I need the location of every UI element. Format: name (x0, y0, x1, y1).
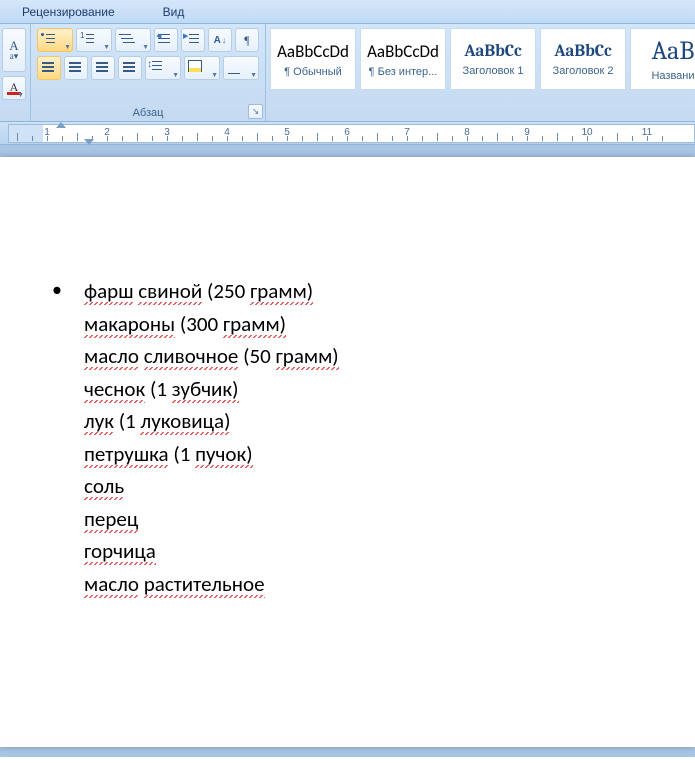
list-item[interactable]: горчица (48, 535, 655, 568)
list-item[interactable]: лук (1 луковица) (48, 405, 655, 438)
styles-gallery: AaBbCcDd¶ ОбычныйAaBbCcDd¶ Без интер...A… (266, 24, 695, 121)
style-preview: AaBbCcDd (277, 41, 349, 62)
show-formatting-button[interactable]: ¶ (235, 28, 259, 52)
list-item[interactable]: масло растительное (48, 568, 655, 601)
list-item[interactable]: соль (48, 470, 655, 503)
font-group-partial: Aa▾ A▼ (0, 24, 31, 121)
bullets-button[interactable]: ▼ (37, 28, 73, 52)
shading-button[interactable]: ▼ (184, 56, 220, 80)
list-item[interactable]: перец (48, 503, 655, 536)
list-item[interactable]: макароны (300 грамм) (48, 308, 655, 341)
style-item-0[interactable]: AaBbCcDd ¶ Обычный (270, 28, 356, 90)
style-preview: AaBbCc (464, 42, 521, 61)
style-preview: AaBbCc (554, 42, 611, 61)
paragraph-group-label: Абзац (37, 105, 259, 119)
menu-review[interactable]: Рецензирование (22, 5, 115, 19)
numbering-button[interactable]: ▼ (76, 28, 112, 52)
list-item[interactable]: масло сливочное (50 грамм) (48, 340, 655, 373)
ruler-bar: 1234567891011 (0, 122, 695, 145)
change-case-button[interactable]: Aa▾ (2, 28, 26, 72)
paragraph-group: ▼ ▼ ▼ А ¶ ▼ ▼ ▼ Абзац ↘ (31, 24, 266, 121)
menu-bar: Рецензирование Вид (0, 0, 695, 24)
style-item-4[interactable]: AaB Названи (630, 28, 695, 90)
style-label: ¶ Без интер... (369, 66, 438, 78)
document-page[interactable]: фарш свиной (250 грамм)макароны (300 гра… (0, 157, 695, 747)
horizontal-ruler[interactable]: 1234567891011 (8, 124, 695, 143)
menu-view[interactable]: Вид (163, 5, 185, 19)
font-color-button[interactable]: A▼ (2, 76, 26, 100)
justify-button[interactable] (118, 56, 142, 80)
borders-button[interactable]: ▼ (223, 56, 259, 80)
increase-indent-button[interactable] (181, 28, 205, 52)
style-item-1[interactable]: AaBbCcDd ¶ Без интер... (360, 28, 446, 90)
list-item[interactable]: чеснок (1 зубчик) (48, 373, 655, 406)
multilevel-list-button[interactable]: ▼ (115, 28, 151, 52)
style-label: Заголовок 2 (553, 65, 614, 77)
align-center-button[interactable] (64, 56, 88, 80)
sort-button[interactable]: А (208, 28, 232, 52)
style-label: ¶ Обычный (284, 66, 342, 78)
ribbon: Aa▾ A▼ ▼ ▼ ▼ А ¶ ▼ ▼ ▼ (0, 24, 695, 122)
document-list: фарш свиной (250 грамм)макароны (300 гра… (48, 275, 655, 600)
align-right-button[interactable] (91, 56, 115, 80)
style-preview: AaB (652, 36, 695, 66)
paragraph-dialog-launcher[interactable]: ↘ (248, 104, 263, 119)
align-left-button[interactable] (37, 56, 61, 80)
style-label: Названи (651, 70, 694, 82)
list-item[interactable]: петрушка (1 пучок) (48, 438, 655, 471)
style-item-2[interactable]: AaBbCc Заголовок 1 (450, 28, 536, 90)
decrease-indent-button[interactable] (154, 28, 178, 52)
style-label: Заголовок 1 (463, 65, 524, 77)
first-line-indent-marker[interactable] (56, 122, 66, 128)
line-spacing-button[interactable]: ▼ (145, 56, 181, 80)
workspace: фарш свиной (250 грамм)макароны (300 гра… (0, 145, 695, 757)
list-item[interactable]: фарш свиной (250 грамм) (48, 275, 655, 308)
style-item-3[interactable]: AaBbCc Заголовок 2 (540, 28, 626, 90)
style-preview: AaBbCcDd (367, 41, 439, 62)
